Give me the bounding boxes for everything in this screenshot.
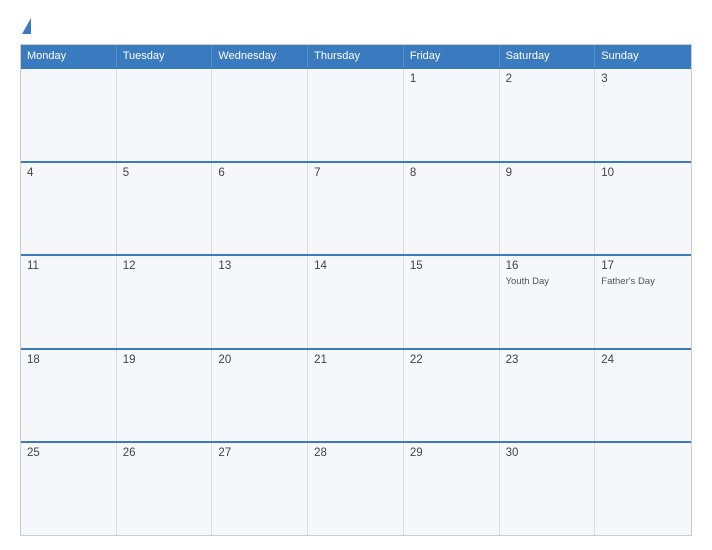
calendar-cell: 27 bbox=[212, 443, 308, 535]
calendar-cell: 23 bbox=[500, 350, 596, 442]
calendar-cell: 1 bbox=[404, 69, 500, 161]
calendar-cell: 19 bbox=[117, 350, 213, 442]
day-number: 5 bbox=[123, 167, 206, 179]
calendar-cell: 18 bbox=[21, 350, 117, 442]
day-number: 14 bbox=[314, 260, 397, 272]
page-header bbox=[20, 18, 692, 36]
weekday-header-friday: Friday bbox=[404, 45, 500, 67]
calendar-cell: 14 bbox=[308, 256, 404, 348]
day-number: 2 bbox=[506, 73, 589, 85]
day-number: 19 bbox=[123, 354, 206, 366]
weekday-header-wednesday: Wednesday bbox=[212, 45, 308, 67]
event-label: Youth Day bbox=[506, 276, 589, 288]
day-number: 24 bbox=[601, 354, 685, 366]
calendar-body: 12345678910111213141516Youth Day17Father… bbox=[21, 67, 691, 535]
event-label: Father's Day bbox=[601, 276, 685, 288]
calendar-cell bbox=[117, 69, 213, 161]
day-number: 26 bbox=[123, 447, 206, 459]
day-number: 27 bbox=[218, 447, 301, 459]
calendar-cell: 26 bbox=[117, 443, 213, 535]
calendar-cell: 30 bbox=[500, 443, 596, 535]
calendar-cell: 9 bbox=[500, 163, 596, 255]
calendar-cell: 10 bbox=[595, 163, 691, 255]
day-number: 28 bbox=[314, 447, 397, 459]
calendar-cell: 28 bbox=[308, 443, 404, 535]
calendar-cell: 4 bbox=[21, 163, 117, 255]
day-number: 25 bbox=[27, 447, 110, 459]
calendar-cell: 11 bbox=[21, 256, 117, 348]
calendar-cell: 21 bbox=[308, 350, 404, 442]
calendar-cell bbox=[595, 443, 691, 535]
day-number: 20 bbox=[218, 354, 301, 366]
calendar-cell: 20 bbox=[212, 350, 308, 442]
day-number: 21 bbox=[314, 354, 397, 366]
calendar-week-1: 1 23 bbox=[21, 67, 691, 161]
calendar-cell: 3 bbox=[595, 69, 691, 161]
day-number: 18 bbox=[27, 354, 110, 366]
day-number: 6 bbox=[218, 167, 301, 179]
calendar-week-5: 25 26 27 28 29 30 bbox=[21, 441, 691, 535]
day-number: 7 bbox=[314, 167, 397, 179]
calendar-page: MondayTuesdayWednesdayThursdayFridaySatu… bbox=[0, 0, 712, 550]
calendar-cell: 6 bbox=[212, 163, 308, 255]
calendar-cell: 17 Father's Day bbox=[595, 256, 691, 348]
day-number: 13 bbox=[218, 260, 301, 272]
day-number: 16 bbox=[506, 260, 589, 272]
weekday-header-tuesday: Tuesday bbox=[117, 45, 213, 67]
logo bbox=[20, 18, 31, 36]
weekday-header-saturday: Saturday bbox=[500, 45, 596, 67]
calendar-cell: 16 Youth Day bbox=[500, 256, 596, 348]
calendar-week-3: 11 12 13 14 15 16 Youth Day 17 Father's Day bbox=[21, 254, 691, 348]
day-number: 30 bbox=[506, 447, 589, 459]
day-number: 12 bbox=[123, 260, 206, 272]
day-number: 3 bbox=[601, 73, 685, 85]
calendar-cell: 29 bbox=[404, 443, 500, 535]
calendar-cell: 8 bbox=[404, 163, 500, 255]
calendar-cell bbox=[212, 69, 308, 161]
day-number: 1 bbox=[410, 73, 493, 85]
calendar-week-4: 18 19 20 21 22 23 24 bbox=[21, 348, 691, 442]
calendar-cell: 24 bbox=[595, 350, 691, 442]
weekday-header-thursday: Thursday bbox=[308, 45, 404, 67]
calendar-cell bbox=[308, 69, 404, 161]
day-number: 9 bbox=[506, 167, 589, 179]
day-number: 10 bbox=[601, 167, 685, 179]
day-number: 29 bbox=[410, 447, 493, 459]
day-number: 11 bbox=[27, 260, 110, 272]
day-number: 23 bbox=[506, 354, 589, 366]
calendar-cell: 7 bbox=[308, 163, 404, 255]
calendar-cell: 2 bbox=[500, 69, 596, 161]
day-number: 15 bbox=[410, 260, 493, 272]
calendar-cell: 22 bbox=[404, 350, 500, 442]
day-number: 4 bbox=[27, 167, 110, 179]
calendar-grid: MondayTuesdayWednesdayThursdayFridaySatu… bbox=[20, 44, 692, 536]
calendar-cell: 25 bbox=[21, 443, 117, 535]
weekday-header-monday: Monday bbox=[21, 45, 117, 67]
logo-triangle-icon bbox=[22, 18, 31, 34]
weekday-header-sunday: Sunday bbox=[595, 45, 691, 67]
calendar-cell bbox=[21, 69, 117, 161]
calendar-week-2: 4 56 7 8 9 10 bbox=[21, 161, 691, 255]
calendar-cell: 15 bbox=[404, 256, 500, 348]
calendar-cell: 5 bbox=[117, 163, 213, 255]
day-number: 22 bbox=[410, 354, 493, 366]
calendar-cell: 13 bbox=[212, 256, 308, 348]
calendar-header: MondayTuesdayWednesdayThursdayFridaySatu… bbox=[21, 45, 691, 67]
day-number: 17 bbox=[601, 260, 685, 272]
day-number: 8 bbox=[410, 167, 493, 179]
calendar-cell: 12 bbox=[117, 256, 213, 348]
